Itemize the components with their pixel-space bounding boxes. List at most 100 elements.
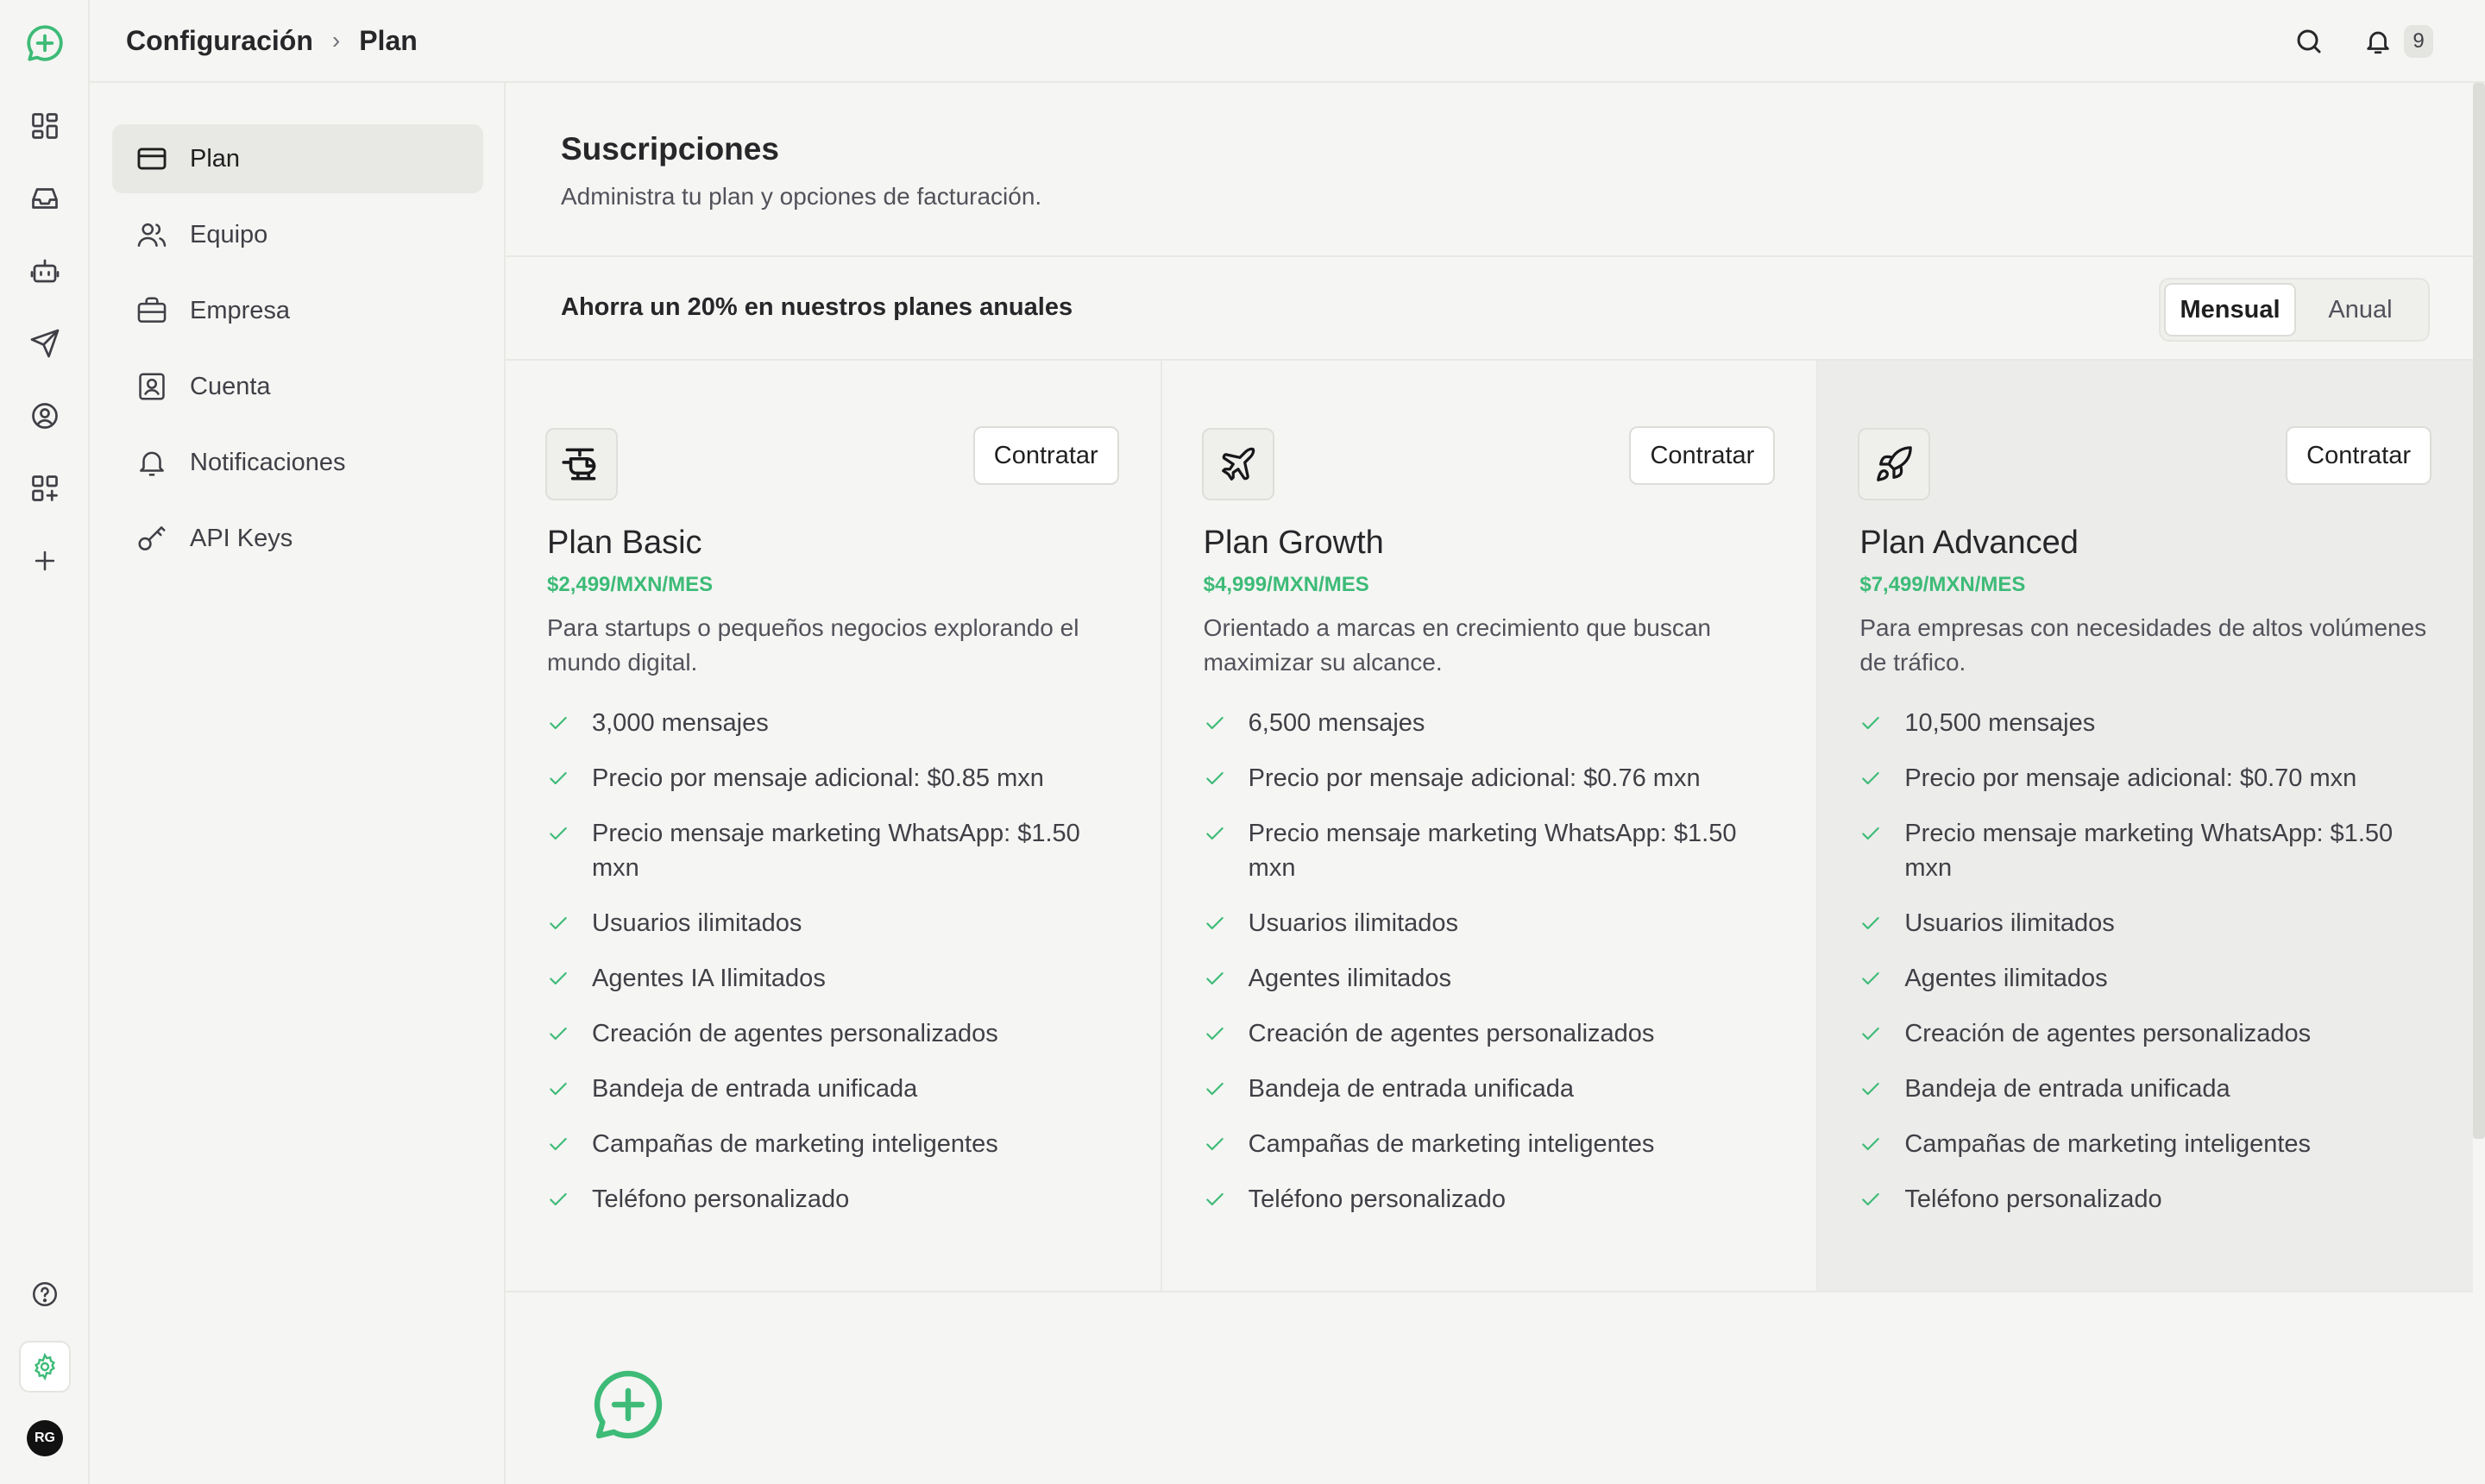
feature-item: Agentes IA Ilimitados xyxy=(547,961,1117,996)
contratar-button[interactable]: Contratar xyxy=(1629,426,1776,485)
check-icon xyxy=(1859,816,1885,851)
feature-text: Agentes ilimitados xyxy=(1248,965,1452,992)
sidebar-item-label: API Keys xyxy=(190,524,293,552)
check-icon xyxy=(1859,761,1885,795)
plan-card-growth: Contratar Plan Growth $4,999/MXN/MES Ori… xyxy=(1162,361,1819,1291)
plan-price: $7,499/MXN/MES xyxy=(1859,573,2026,596)
feature-item: Creación de agentes personalizados xyxy=(547,1016,1117,1051)
plan-price: $4,999/MXN/MES xyxy=(1203,573,1369,596)
check-icon xyxy=(547,1127,573,1161)
feature-text: Precio mensaje marketing WhatsApp: $1.50… xyxy=(592,820,1080,882)
bell-icon xyxy=(135,445,169,480)
check-icon xyxy=(547,961,573,996)
feature-text: Precio por mensaje adicional: $0.70 mxn xyxy=(1904,764,2357,792)
feature-text: Precio por mensaje adicional: $0.85 mxn xyxy=(592,764,1044,792)
page-title: Suscripciones xyxy=(561,131,779,167)
app-logo-icon[interactable] xyxy=(19,17,71,69)
check-icon xyxy=(1859,906,1885,940)
contratar-button[interactable]: Contratar xyxy=(972,426,1119,485)
help-icon[interactable] xyxy=(19,1268,71,1320)
send-icon[interactable] xyxy=(19,318,71,369)
rocket-icon xyxy=(1858,428,1931,500)
feature-item: Agentes ilimitados xyxy=(1859,961,2429,996)
feature-item: Agentes ilimitados xyxy=(1204,961,1773,996)
breadcrumb-configuracion[interactable]: Configuración xyxy=(126,25,313,57)
check-icon xyxy=(1859,706,1885,740)
sidebar-item-cuenta[interactable]: Cuenta xyxy=(112,352,483,421)
settings-icon[interactable] xyxy=(19,1341,71,1393)
plan-name: Plan Growth xyxy=(1203,525,1384,561)
feature-item: Bandeja de entrada unificada xyxy=(1204,1072,1773,1106)
sidebar-item-label: Equipo xyxy=(190,220,268,248)
feature-item: Usuarios ilimitados xyxy=(1204,906,1773,940)
feature-text: 6,500 mensajes xyxy=(1248,709,1425,737)
feature-item: Creación de agentes personalizados xyxy=(1859,1016,2429,1051)
feature-item: Bandeja de entrada unificada xyxy=(1859,1072,2429,1106)
feature-text: Usuarios ilimitados xyxy=(1904,909,2115,937)
feature-item: Usuarios ilimitados xyxy=(547,906,1117,940)
search-icon[interactable] xyxy=(2285,17,2333,66)
feature-list: 10,500 mensajes Precio por mensaje adicio… xyxy=(1859,706,2429,1237)
add-icon[interactable] xyxy=(19,535,71,587)
sidebar-item-label: Cuenta xyxy=(190,372,271,400)
settings-sidebar: Plan Equipo Empresa Cuenta Notificacione… xyxy=(90,83,506,1484)
feature-text: Campañas de marketing inteligentes xyxy=(592,1130,998,1158)
sidebar-item-api-keys[interactable]: API Keys xyxy=(112,504,483,573)
integrations-icon[interactable] xyxy=(19,462,71,514)
feature-item: Campañas de marketing inteligentes xyxy=(1204,1127,1773,1161)
check-icon xyxy=(1859,961,1885,996)
plan-description: Para empresas con necesidades de altos v… xyxy=(1859,614,2427,676)
scrollbar[interactable] xyxy=(2473,83,2485,1139)
feature-item: Teléfono personalizado xyxy=(547,1182,1117,1217)
feature-item: Precio mensaje marketing WhatsApp: $1.50… xyxy=(1859,816,2429,885)
briefcase-icon xyxy=(135,293,169,328)
feature-item: Precio por mensaje adicional: $0.70 mxn xyxy=(1859,761,2429,795)
contratar-button[interactable]: Contratar xyxy=(2286,426,2432,485)
plan-description: Para startups o pequeños negocios explor… xyxy=(547,614,1079,676)
toggle-anual[interactable]: Anual xyxy=(2296,283,2425,336)
check-icon xyxy=(1859,1182,1885,1217)
feature-item: Bandeja de entrada unificada xyxy=(547,1072,1117,1106)
sidebar-item-empresa[interactable]: Empresa xyxy=(112,276,483,345)
check-icon xyxy=(1859,1072,1885,1106)
sidebar-item-equipo[interactable]: Equipo xyxy=(112,200,483,269)
dashboard-icon[interactable] xyxy=(19,100,71,152)
feature-text: Agentes IA Ilimitados xyxy=(592,965,826,992)
users-icon xyxy=(135,217,169,252)
toggle-mensual[interactable]: Mensual xyxy=(2164,283,2296,336)
check-icon xyxy=(1204,1072,1230,1106)
check-icon xyxy=(547,1182,573,1217)
feature-text: Precio por mensaje adicional: $0.76 mxn xyxy=(1248,764,1701,792)
sidebar-item-label: Notificaciones xyxy=(190,448,346,476)
feature-text: Campañas de marketing inteligentes xyxy=(1904,1130,2312,1158)
check-icon xyxy=(1204,961,1230,996)
check-icon xyxy=(547,761,573,795)
feature-item: 10,500 mensajes xyxy=(1859,706,2429,740)
feature-text: Teléfono personalizado xyxy=(592,1185,850,1213)
feature-item: Campañas de marketing inteligentes xyxy=(547,1127,1117,1161)
feature-item: Teléfono personalizado xyxy=(1859,1182,2429,1217)
check-icon xyxy=(1859,1127,1885,1161)
check-icon xyxy=(1204,906,1230,940)
icon-rail: RG xyxy=(0,0,90,1484)
billing-period-toggle[interactable]: Mensual Anual xyxy=(2159,278,2430,342)
main-content: Suscripciones Administra tu plan y opcio… xyxy=(506,83,2485,1484)
check-icon xyxy=(547,1016,573,1051)
sidebar-item-notificaciones[interactable]: Notificaciones xyxy=(112,428,483,497)
feature-text: Creación de agentes personalizados xyxy=(1904,1020,2312,1047)
contacts-icon[interactable] xyxy=(19,390,71,442)
inbox-icon[interactable] xyxy=(19,173,71,224)
check-icon xyxy=(547,706,573,740)
feature-item: Precio por mensaje adicional: $0.76 mxn xyxy=(1204,761,1773,795)
check-icon xyxy=(1204,706,1230,740)
feature-text: Creación de agentes personalizados xyxy=(1248,1020,1655,1047)
sidebar-item-plan[interactable]: Plan xyxy=(112,124,483,193)
feature-item: Creación de agentes personalizados xyxy=(1204,1016,1773,1051)
promo-banner: Ahorra un 20% en nuestros planes anuales… xyxy=(506,255,2473,361)
feature-item: Precio por mensaje adicional: $0.85 mxn xyxy=(547,761,1117,795)
bot-icon[interactable] xyxy=(19,245,71,297)
avatar[interactable]: RG xyxy=(27,1420,63,1456)
plan-description: Orientado a marcas en crecimiento que bu… xyxy=(1203,614,1711,676)
brand-logo-icon xyxy=(587,1363,670,1446)
bell-icon[interactable] xyxy=(2354,17,2402,66)
